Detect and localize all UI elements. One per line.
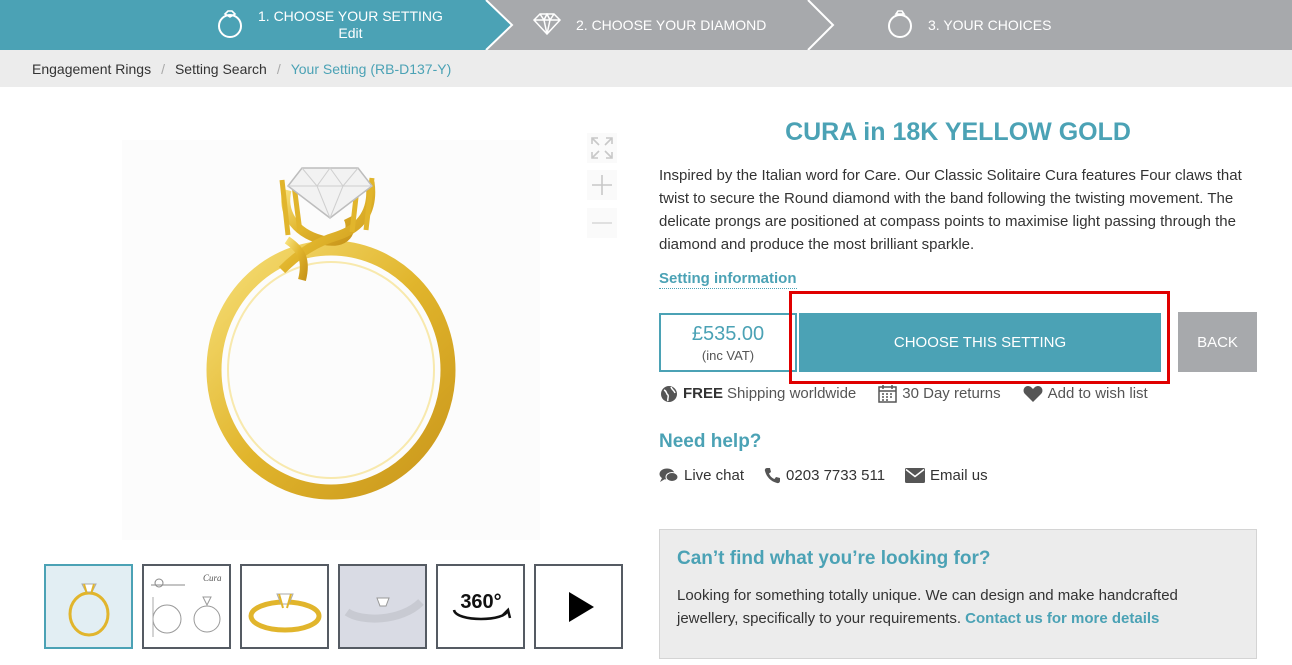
diamond-icon	[532, 11, 562, 38]
chat-icon	[659, 467, 679, 484]
step2-label: 2. CHOOSE YOUR DIAMOND	[576, 17, 767, 33]
thumb-360-view[interactable]: 360°	[436, 564, 525, 649]
zoom-in-icon[interactable]	[587, 170, 617, 200]
globe-icon	[660, 385, 678, 403]
need-help-title: Need help?	[659, 431, 762, 452]
zoom-out-icon[interactable]	[587, 208, 617, 238]
live-chat[interactable]: Live chat	[659, 467, 744, 484]
breadcrumb-engagement-rings[interactable]: Engagement Rings	[32, 61, 151, 77]
product-title: CURA in 18K YELLOW GOLD	[785, 118, 1131, 146]
thumb-drawing-caption: Cura	[203, 573, 222, 583]
live-chat-label[interactable]: Live chat	[684, 467, 744, 484]
wishlist-text[interactable]: Add to wish list	[1048, 385, 1148, 402]
returns: 30 Day returns	[878, 384, 1001, 403]
product-description: Inspired by the Italian word for Care. O…	[659, 167, 1242, 253]
cant-find-box: Can’t find what you’re looking for? Look…	[659, 529, 1257, 659]
product-main-image[interactable]	[122, 140, 540, 540]
calendar-icon	[878, 384, 898, 403]
thumb-technical-drawing[interactable]: Cura	[142, 564, 231, 649]
thumbnail-strip: Cura 360°	[44, 564, 623, 649]
step1-label: 1. CHOOSE YOUR SETTING	[258, 8, 443, 24]
360-label: 360°	[460, 591, 501, 613]
email-us-label[interactable]: Email us	[930, 467, 988, 484]
step-choose-setting[interactable]: 1. CHOOSE YOUR SETTING Edit	[216, 0, 443, 50]
envelope-icon	[905, 468, 926, 483]
breadcrumb-separator: /	[276, 60, 281, 77]
breadcrumb: Engagement Rings / Setting Search / Your…	[0, 50, 1292, 87]
expand-icon[interactable]	[587, 133, 617, 163]
returns-text: 30 Day returns	[902, 385, 1001, 402]
contact-us-link[interactable]: Contact us for more details	[965, 610, 1159, 627]
thumb-video[interactable]	[534, 564, 623, 649]
step1-edit-link[interactable]: Edit	[338, 25, 362, 42]
phone-icon	[764, 467, 781, 484]
contact-options: Live chat 0203 7733 511 Email us	[659, 467, 1008, 484]
thumb-ring-angle-view[interactable]	[240, 564, 329, 649]
breadcrumb-current: Your Setting (RB-D137-Y)	[290, 60, 452, 77]
thumb-ring-side-view[interactable]	[44, 564, 133, 649]
product-price: £535.00	[691, 323, 765, 345]
cant-find-title: Can’t find what you’re looking for?	[677, 548, 991, 569]
ring-icon	[886, 9, 914, 42]
price-box: £535.00 (inc VAT)	[659, 313, 797, 372]
step-your-choices[interactable]: 3. YOUR CHOICES	[886, 0, 1051, 50]
breadcrumb-setting-search[interactable]: Setting Search	[175, 61, 267, 77]
email-us[interactable]: Email us	[905, 467, 988, 484]
phone-number[interactable]: 0203 7733 511	[786, 467, 885, 484]
add-to-wishlist[interactable]: Add to wish list	[1023, 384, 1148, 403]
step-choose-diamond[interactable]: 2. CHOOSE YOUR DIAMOND	[532, 0, 766, 50]
step3-label: 3. YOUR CHOICES	[928, 17, 1052, 33]
breadcrumb-separator: /	[161, 60, 165, 77]
perks-row: FREE Shipping worldwide 30 Day returns A…	[660, 384, 1170, 403]
play-icon	[568, 591, 594, 622]
cant-find-text: Looking for something totally unique. We…	[677, 584, 1239, 630]
free-shipping: FREE Shipping worldwide	[660, 384, 856, 403]
setting-information-link[interactable]: Setting information	[659, 270, 797, 289]
heart-icon	[1023, 385, 1043, 403]
choose-this-setting-button[interactable]: CHOOSE THIS SETTING	[799, 313, 1161, 372]
phone[interactable]: 0203 7733 511	[764, 467, 885, 484]
free-label: FREE	[683, 385, 724, 402]
shipping-text: Shipping worldwide	[727, 385, 857, 402]
back-button[interactable]: BACK	[1178, 312, 1257, 372]
thumb-ring-worn-view[interactable]	[338, 564, 427, 649]
ring-icon	[216, 9, 244, 42]
vat-note: (inc VAT)	[701, 348, 755, 363]
checkout-steps: 1. CHOOSE YOUR SETTING Edit 2. CHOOSE YO…	[0, 0, 1292, 50]
